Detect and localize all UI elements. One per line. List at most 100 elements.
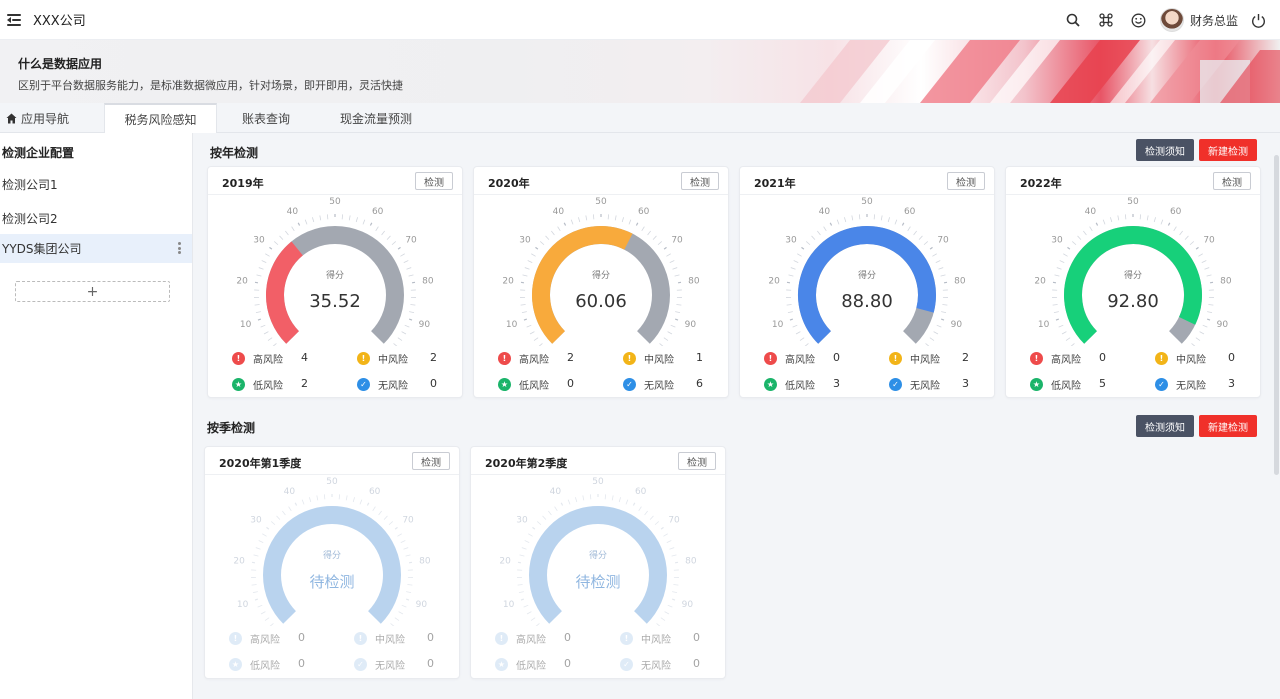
gauge-minor-tick xyxy=(674,274,680,277)
risk-high-stat: ! 高风险 xyxy=(498,351,549,366)
command-icon[interactable] xyxy=(1098,12,1114,28)
gauge-tick-label: 10 xyxy=(240,320,252,330)
gauge-label: 得分 xyxy=(858,269,876,281)
gauge-minor-tick xyxy=(276,515,281,520)
gauge-minor-tick xyxy=(836,219,840,225)
risk-low-count: 2 xyxy=(301,377,308,390)
check-button[interactable]: 检测 xyxy=(947,172,985,190)
risk-low-count: 0 xyxy=(564,657,571,670)
check-button[interactable]: 检测 xyxy=(415,172,453,190)
yearly-notice-button[interactable]: 检测须知 xyxy=(1136,139,1194,161)
card-title: 2021年 xyxy=(754,177,796,190)
gauge-tick-label: 80 xyxy=(688,276,700,286)
gauge-score: 92.80 xyxy=(1107,291,1159,312)
gauge-minor-tick xyxy=(362,219,366,225)
gauge-tick-label: 40 xyxy=(287,207,299,217)
gauge-tick-label: 20 xyxy=(502,276,514,286)
tab-ledger-query[interactable]: 账表查询 xyxy=(242,103,312,133)
tab-app-nav[interactable]: 应用导航 xyxy=(6,103,96,133)
risk-none-count: 6 xyxy=(696,377,703,390)
card-header: 2020年第2季度 检测 xyxy=(471,447,725,475)
gauge-minor-tick xyxy=(1202,324,1208,328)
sidebar-item-company-1[interactable]: 检测公司1 xyxy=(0,170,192,199)
power-icon[interactable] xyxy=(1250,12,1266,28)
gauge-major-tick xyxy=(397,246,401,250)
user-name[interactable]: 财务总监 xyxy=(1190,12,1238,29)
gauge-minor-tick xyxy=(647,230,651,236)
gauge-minor-tick xyxy=(279,235,284,240)
gauge-minor-tick xyxy=(913,230,917,236)
gauge-minor-tick xyxy=(1089,226,1093,232)
menu-fold-icon[interactable] xyxy=(7,13,21,26)
gauge-label: 得分 xyxy=(1124,269,1142,281)
card-header: 2020年第1季度 检测 xyxy=(205,447,459,475)
card-header: 2019年 检测 xyxy=(208,167,462,195)
gauge-value-arc xyxy=(266,241,304,344)
gauge-tick-label: 30 xyxy=(785,236,797,246)
quarterly-section-title: 按季检测 xyxy=(207,421,256,435)
quarterly-notice-button[interactable]: 检测须知 xyxy=(1136,415,1194,437)
gauge-minor-tick xyxy=(625,499,629,505)
add-company-button[interactable]: + xyxy=(15,281,170,302)
avatar[interactable] xyxy=(1159,8,1184,32)
gauge-track xyxy=(529,506,667,624)
gauge-minor-tick xyxy=(401,604,407,608)
risk-none-icon: ✓ xyxy=(889,378,902,391)
risk-mid-count: 1 xyxy=(696,351,703,364)
gauge-minor-tick xyxy=(1058,324,1064,328)
gauge-minor-tick xyxy=(1198,253,1203,257)
risk-mid-count: 2 xyxy=(962,351,969,364)
tab-cashflow-forecast[interactable]: 现金流量预测 xyxy=(340,103,430,133)
gauge-minor-tick xyxy=(521,311,527,314)
quarter-2-card: 2020年第2季度检测0102030405060708090100得分待检测!高… xyxy=(470,446,726,679)
risk-label: 低风险 xyxy=(519,381,549,392)
search-icon[interactable] xyxy=(1065,12,1081,28)
check-button[interactable]: 检测 xyxy=(678,452,716,470)
gauge-minor-tick xyxy=(669,260,675,264)
gauge-minor-tick xyxy=(1179,230,1183,236)
gauge-major-tick xyxy=(405,598,410,601)
more-vertical-icon[interactable] xyxy=(178,242,181,254)
gauge-minor-tick xyxy=(375,226,379,232)
gauge-minor-tick xyxy=(621,217,624,223)
gauge-minor-tick xyxy=(792,324,798,328)
gauge-minor-tick xyxy=(524,540,530,544)
gauge-minor-tick xyxy=(403,547,409,550)
gauge-tick-label: 80 xyxy=(419,556,431,566)
gauge-tick-label: 60 xyxy=(635,487,647,497)
check-button[interactable]: 检测 xyxy=(681,172,719,190)
risk-none-stat: ✓ 无风险 xyxy=(889,377,940,392)
gauge-score: 待检测 xyxy=(309,573,354,591)
check-button[interactable]: 检测 xyxy=(412,452,450,470)
risk-label: 中风险 xyxy=(1176,355,1206,366)
check-button[interactable]: 检测 xyxy=(1213,172,1251,190)
quarterly-new-check-button[interactable]: 新建检测 xyxy=(1199,415,1257,437)
gauge-minor-tick xyxy=(1117,215,1120,221)
gauge-minor-tick xyxy=(788,274,794,277)
gauge-minor-tick xyxy=(666,540,672,544)
gauge-value-arc xyxy=(532,226,633,344)
card-title: 2020年第1季度 xyxy=(219,457,302,470)
scrollbar[interactable] xyxy=(1274,155,1279,475)
smile-icon[interactable] xyxy=(1131,12,1147,28)
risk-low-count: 0 xyxy=(298,657,305,670)
sidebar-item-yyds-group[interactable]: YYDS集团公司 xyxy=(0,234,192,263)
gauge-minor-tick xyxy=(795,331,801,335)
yearly-new-check-button[interactable]: 新建检测 xyxy=(1199,139,1257,161)
risk-label: 中风险 xyxy=(375,635,405,646)
gauge-major-tick xyxy=(635,222,639,226)
tab-tax-risk[interactable]: 税务风险感知 xyxy=(104,103,217,133)
risk-label: 低风险 xyxy=(516,661,546,672)
risk-none-count: 0 xyxy=(693,657,700,670)
gauge-tick-label: 60 xyxy=(372,207,384,217)
gauge-tick-label: 20 xyxy=(499,556,511,566)
sidebar-item-company-2[interactable]: 检测公司2 xyxy=(0,204,192,233)
gauge-minor-tick xyxy=(522,274,528,277)
gauge-minor-tick xyxy=(518,591,524,594)
gauge-tick-label: 50 xyxy=(329,197,341,207)
risk-label: 中风险 xyxy=(378,355,408,366)
risk-high-stat: ! 高风险 xyxy=(495,631,546,646)
risk-mid-stat: ! 中风险 xyxy=(1155,351,1206,366)
gauge-minor-tick xyxy=(355,217,358,223)
gauge-minor-tick xyxy=(397,533,402,537)
